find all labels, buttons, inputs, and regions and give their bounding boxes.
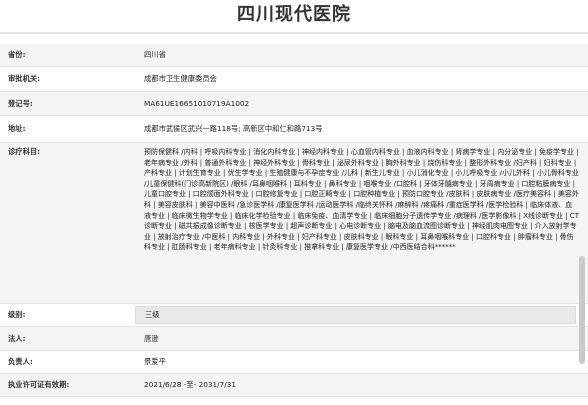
person-in-charge-label: 负责人: xyxy=(8,357,33,366)
registration-number-label: 登记号: xyxy=(0,92,135,115)
row-person-in-charge: 负责人: 景爱平 xyxy=(0,351,588,374)
legal-person-label: 法人: xyxy=(0,327,135,350)
approval-authority-label: 审批机关: xyxy=(8,74,41,83)
level-value: 三级 xyxy=(135,306,576,324)
row-province: 省份: 四川省 xyxy=(0,44,588,67)
license-validity-value: 2021/6/28 -至- 2031/7/31 xyxy=(135,374,588,396)
person-in-charge-value: 景爱平 xyxy=(144,357,166,366)
row-legal-person: 法人: 唐逊 xyxy=(0,327,588,351)
page: 四川现代医院 省份: 四川省 审批机关: 成都市卫生健康委员会 登记号: MA6… xyxy=(0,0,588,405)
license-validity-label: 执业许可证有效期: xyxy=(0,374,135,396)
medical-subjects-value: 预防保健科 /内科 | 呼吸内科专业 | 消化内科专业 | 神经内科专业 | 心… xyxy=(135,143,588,303)
province-value: 四川省 xyxy=(135,44,588,66)
row-registration-number: 登记号: MA61UE16651010719A1002 xyxy=(0,92,588,116)
approval-authority-value: 成都市卫生健康委员会 xyxy=(144,74,217,83)
legal-person-value: 唐逊 xyxy=(135,327,588,350)
row-approval-authority: 审批机关: 成都市卫生健康委员会 xyxy=(0,67,588,92)
row-address: 地址: 成都市武侯区武兴一路118号; 高新区中和仁和路713号 xyxy=(0,116,588,143)
info-table: 省份: 四川省 审批机关: 成都市卫生健康委员会 登记号: MA61UE1665… xyxy=(0,44,588,397)
registration-number-value: MA61UE16651010719A1002 xyxy=(135,92,588,115)
address-label: 地址: xyxy=(8,124,26,133)
medical-subjects-text: 预防保健科 /内科 | 呼吸内科专业 | 消化内科专业 | 神经内科专业 | 心… xyxy=(144,148,579,252)
medical-subjects-label: 诊疗科目: xyxy=(0,143,135,303)
level-label: 级别: xyxy=(8,310,26,319)
row-license-validity: 执业许可证有效期: 2021/6/28 -至- 2031/7/31 xyxy=(0,374,588,397)
province-label: 省份: xyxy=(0,44,135,66)
scrollbar[interactable] xyxy=(579,256,585,364)
page-title: 四川现代医院 xyxy=(0,0,588,34)
row-medical-subjects: 诊疗科目: 预防保健科 /内科 | 呼吸内科专业 | 消化内科专业 | 神经内科… xyxy=(0,143,588,304)
row-level: 级别: 三级 xyxy=(0,304,588,327)
address-value: 成都市武侯区武兴一路118号; 高新区中和仁和路713号 xyxy=(144,124,323,133)
